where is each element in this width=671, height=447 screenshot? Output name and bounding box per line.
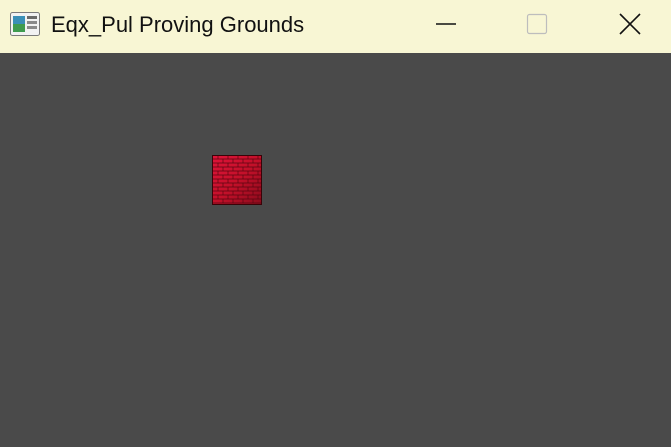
close-button[interactable]	[607, 0, 653, 53]
app-window-icon	[10, 12, 40, 36]
close-icon	[619, 13, 641, 40]
window-title: Eqx_Pul Proving Grounds	[51, 12, 305, 37]
app-window: Eqx_Pul Proving Grounds	[0, 0, 671, 447]
title-bar[interactable]: Eqx_Pul Proving Grounds	[0, 0, 671, 53]
minimize-button[interactable]	[423, 0, 469, 53]
maximize-button[interactable]	[514, 0, 560, 53]
maximize-icon	[526, 13, 548, 40]
minimize-icon	[435, 13, 457, 40]
game-canvas[interactable]	[0, 53, 671, 447]
red-brick-block	[212, 155, 262, 205]
